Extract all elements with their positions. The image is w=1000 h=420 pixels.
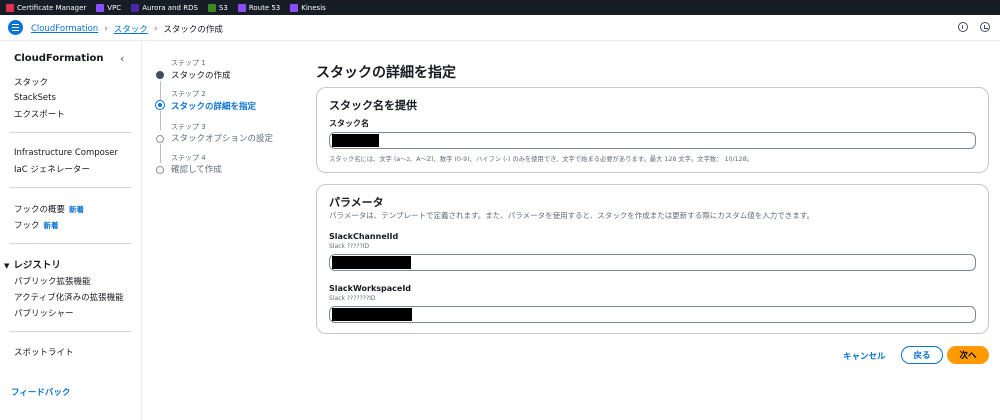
nav-item-iac-generator[interactable]: IaC ジェネレーター <box>14 163 90 175</box>
new-badge: 新着 <box>43 221 59 230</box>
slack-workspace-id-input[interactable] <box>329 306 976 323</box>
step-title: スタックの詳細を指定 <box>171 102 257 112</box>
parameters-panel: パラメータ パラメータは、テンプレートで定義されます。また、パラメータを使用する… <box>316 184 989 334</box>
step-connector <box>159 144 161 163</box>
chevron-right-icon: › <box>104 24 108 34</box>
service-label: Aurora and RDS <box>142 3 198 12</box>
step-connector <box>159 81 161 100</box>
breadcrumb-cloudformation[interactable]: CloudFormation <box>31 24 98 34</box>
breadcrumb-stacks[interactable]: スタック <box>114 23 148 35</box>
cancel-button[interactable]: キャンセル <box>843 350 886 362</box>
redacted-value <box>332 134 379 147</box>
next-button[interactable]: 次へ <box>947 346 989 364</box>
field-label: スタック名 <box>329 119 369 128</box>
nav-item-activated-extensions[interactable]: アクティブ化済みの拡張機能 <box>14 291 124 303</box>
header-tools <box>958 22 990 32</box>
rds-icon <box>131 3 140 12</box>
step-number: ステップ 4 <box>171 154 206 162</box>
slack-channel-id-input[interactable] <box>329 254 976 271</box>
step-current-icon <box>155 100 165 110</box>
nav-divider <box>10 187 131 188</box>
redacted-value <box>332 256 411 269</box>
chevron-left-icon[interactable]: ‹ <box>120 52 124 65</box>
service-label: Certificate Manager <box>17 3 87 12</box>
nav-divider <box>10 132 131 133</box>
nav-item-publishers[interactable]: パブリッシャー <box>14 307 74 319</box>
panel-heading: パラメータ <box>329 196 384 209</box>
step-number: ステップ 2 <box>171 90 206 98</box>
kinesis-icon <box>290 3 299 12</box>
chevron-right-icon: › <box>153 24 158 34</box>
nav-item-label: フック <box>14 221 40 231</box>
feedback-link[interactable]: フィードバック <box>11 386 70 398</box>
nav-section-registry[interactable]: ▼ レジストリ <box>4 257 61 271</box>
service-label: S3 <box>218 3 228 12</box>
step-number: ステップ 1 <box>171 59 206 67</box>
route53-icon <box>237 3 246 12</box>
nav-divider <box>10 243 131 244</box>
step-title[interactable]: スタックの作成 <box>171 69 231 81</box>
certificate-manager-icon <box>6 3 14 12</box>
param-label: SlackWorkspaceId <box>329 284 412 293</box>
s3-icon <box>207 3 216 12</box>
vpc-icon <box>96 3 105 12</box>
new-badge: 新着 <box>69 205 85 214</box>
page-header: CloudFormation › スタック › スタックの作成 <box>0 15 1000 41</box>
nav-title: CloudFormation <box>14 53 104 64</box>
panel-heading: スタック名を提供 <box>329 99 417 112</box>
step-title: 確認して作成 <box>171 165 222 175</box>
back-button[interactable]: 戻る <box>901 346 943 364</box>
caret-down-icon: ▼ <box>4 262 10 270</box>
nav-item-hooks-overview[interactable]: フックの概要 新着 <box>14 203 84 215</box>
nav-section-label: レジストリ <box>13 260 61 271</box>
service-route53[interactable]: Route 53 <box>237 3 281 12</box>
clock-icon[interactable] <box>980 22 990 32</box>
service-label: Route 53 <box>248 3 281 12</box>
param-description: Slack ???????ID <box>329 295 376 302</box>
service-label: Kinesis <box>301 3 326 12</box>
step-pending-icon <box>156 166 164 174</box>
breadcrumb-current: スタックの作成 <box>163 25 223 35</box>
nav-divider <box>10 331 131 332</box>
param-label: SlackChannelId <box>329 232 399 241</box>
menu-icon[interactable] <box>8 20 23 35</box>
step-pending-icon <box>156 135 164 143</box>
breadcrumb: CloudFormation › スタック › スタックの作成 <box>31 23 223 35</box>
nav-item-stacksets[interactable]: StackSets <box>14 93 56 103</box>
stack-name-panel: スタック名を提供 スタック名 スタック名には、文字 (a〜z、A〜Z)、数字 (… <box>316 87 989 173</box>
stack-name-input[interactable] <box>329 132 976 149</box>
service-certificate-manager[interactable]: Certificate Manager <box>6 3 87 12</box>
info-icon[interactable] <box>958 22 968 32</box>
nav-item-exports[interactable]: エクスポート <box>14 108 65 120</box>
step-title: スタックオプションの設定 <box>171 134 274 144</box>
nav-item-hooks[interactable]: フック 新着 <box>14 219 59 231</box>
nav-item-label: フックの概要 <box>14 205 66 215</box>
field-hint: スタック名には、文字 (a〜z、A〜Z)、数字 (0-9)、ハイフン (-) の… <box>329 156 753 163</box>
service-vpc[interactable]: VPC <box>96 3 122 12</box>
step-connector <box>159 111 161 130</box>
param-description: Slack ?????ID <box>329 243 370 250</box>
nav-item-spotlight[interactable]: スポットライト <box>14 346 74 358</box>
service-kinesis[interactable]: Kinesis <box>290 3 326 12</box>
service-aurora-rds[interactable]: Aurora and RDS <box>131 3 198 12</box>
redacted-value <box>332 308 412 321</box>
nav-item-infrastructure-composer[interactable]: Infrastructure Composer <box>14 148 118 158</box>
service-label: VPC <box>107 3 122 12</box>
page-title: スタックの詳細を指定 <box>316 65 456 81</box>
step-number: ステップ 3 <box>171 123 206 131</box>
service-favorites-bar: Certificate Manager VPC Aurora and RDS S… <box>0 0 1000 15</box>
nav-item-public-extensions[interactable]: パブリック拡張機能 <box>14 275 91 287</box>
side-navigation: CloudFormation ‹ スタック StackSets エクスポート I… <box>0 41 142 420</box>
service-s3[interactable]: S3 <box>207 3 228 12</box>
step-complete-icon <box>156 71 164 79</box>
nav-item-stacks[interactable]: スタック <box>14 76 48 88</box>
panel-description: パラメータは、テンプレートで定義されます。また、パラメータを使用すると、スタック… <box>329 211 815 220</box>
